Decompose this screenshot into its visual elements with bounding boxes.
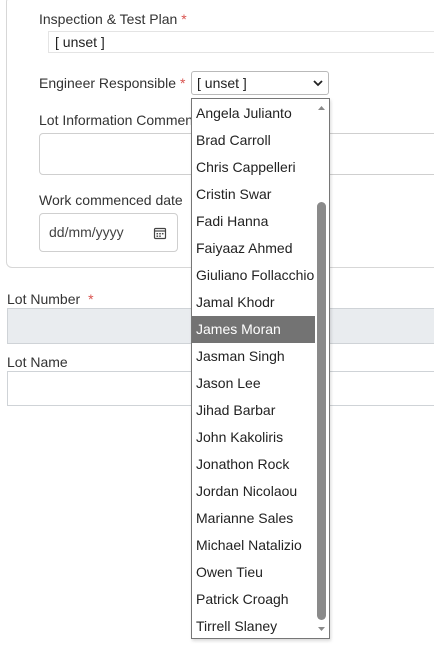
required-marker: * (181, 11, 187, 27)
engineer-label-text: Engineer Responsible (39, 75, 176, 91)
dropdown-option[interactable]: Jamal Khodr (192, 289, 315, 316)
engineer-label: Engineer Responsible * (39, 75, 185, 91)
dropdown-option[interactable]: Jihad Barbar (192, 397, 315, 424)
dropdown-option[interactable]: Owen Tieu (192, 559, 315, 586)
engineer-dropdown-list[interactable]: Angela Julianto Brad Carroll Chris Cappell… (191, 98, 330, 639)
work-date-placeholder: dd/mm/yyyy (49, 224, 124, 240)
work-date-input[interactable]: dd/mm/yyyy (39, 213, 178, 252)
dropdown-option[interactable]: Chris Cappelleri (192, 154, 315, 181)
dropdown-option[interactable]: Jason Lee (192, 370, 315, 397)
itp-label-text: Inspection & Test Plan (39, 11, 178, 27)
dropdown-option[interactable]: Fadi Hanna (192, 208, 315, 235)
dropdown-option[interactable]: James Moran (192, 316, 315, 343)
chevron-down-icon (313, 80, 323, 87)
dropdown-option[interactable]: Angela Julianto (192, 100, 315, 127)
work-date-label: Work commenced date (39, 192, 183, 208)
dropdown-option[interactable]: Michael Natalizio (192, 532, 315, 559)
scroll-down-arrow-icon[interactable] (315, 622, 328, 636)
dropdown-option[interactable]: Marianne Sales (192, 505, 315, 532)
dropdown-option[interactable]: John Kakoliris (192, 424, 315, 451)
lot-comments-label: Lot Information Comments (39, 112, 204, 128)
required-marker: * (179, 75, 186, 91)
dropdown-scrollbar[interactable] (315, 99, 328, 638)
lot-number-label: Lot Number * (7, 291, 94, 307)
dropdown-option[interactable]: Jonathon Rock (192, 451, 315, 478)
lot-number-label-text: Lot Number (7, 291, 81, 307)
dropdown-option[interactable]: Patrick Croagh (192, 586, 315, 613)
itp-select[interactable]: [ unset ] (48, 31, 434, 53)
itp-value: [ unset ] (55, 34, 105, 50)
scroll-thumb[interactable] (317, 202, 326, 620)
scroll-up-arrow-icon[interactable] (315, 101, 328, 115)
engineer-select[interactable]: [ unset ] (191, 71, 329, 95)
dropdown-option[interactable]: Tirrell Slaney (192, 613, 315, 638)
dropdown-option[interactable]: Brad Carroll (192, 127, 315, 154)
dropdown-option[interactable]: Giuliano Follacchio (192, 262, 315, 289)
dropdown-option[interactable]: Faiyaaz Ahmed (192, 235, 315, 262)
page: Inspection & Test Plan * [ unset ] Engine… (0, 0, 434, 664)
dropdown-option[interactable]: Jasman Singh (192, 343, 315, 370)
calendar-icon[interactable] (153, 226, 167, 240)
dropdown-option[interactable]: Jordan Nicolaou (192, 478, 315, 505)
dropdown-options: Angela Julianto Brad Carroll Chris Cappell… (192, 100, 315, 638)
itp-label: Inspection & Test Plan * (39, 11, 187, 27)
dropdown-option[interactable]: Cristin Swar (192, 181, 315, 208)
lot-name-label: Lot Name (7, 354, 68, 370)
required-marker: * (88, 291, 94, 307)
engineer-select-value: [ unset ] (197, 75, 247, 91)
